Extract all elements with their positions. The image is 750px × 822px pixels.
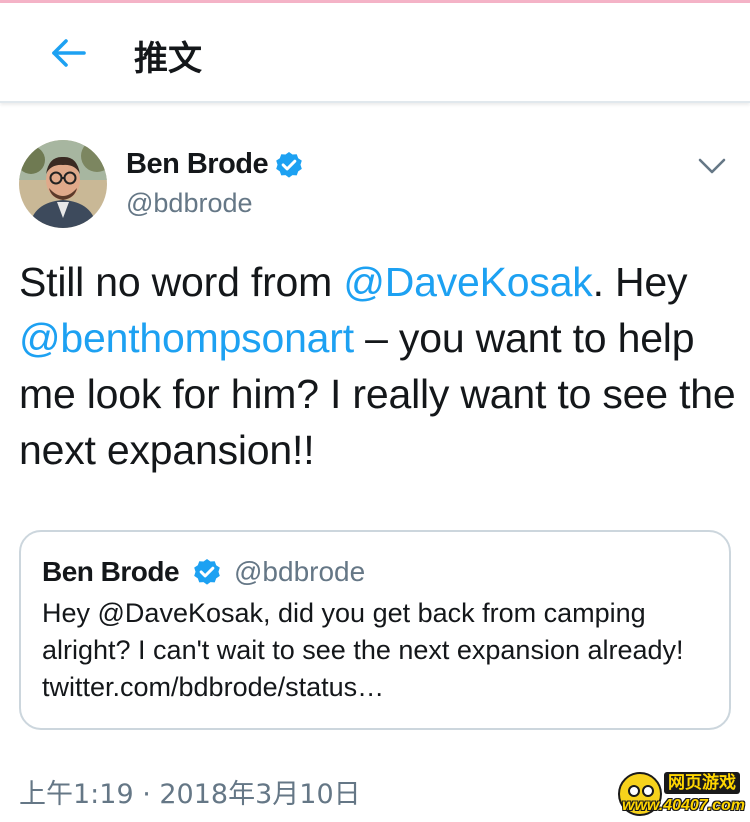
tweet-text: Still no word from @DaveKosak. Hey @bent…	[19, 254, 741, 478]
avatar[interactable]	[19, 140, 107, 228]
page-title: 推文	[134, 39, 202, 79]
mention-link[interactable]: @DaveKosak	[343, 259, 592, 305]
watermark-url: www.40407.com	[622, 797, 746, 814]
author-handle[interactable]: @bdbrode	[126, 188, 253, 219]
back-button[interactable]	[40, 29, 96, 77]
verified-badge-icon	[194, 559, 220, 585]
tweet-timestamp: 上午1:19 · 2018年3月10日	[19, 779, 361, 810]
quoted-tweet-card[interactable]: Ben Brode @bdbrode Hey @DaveKosak, did y…	[19, 530, 731, 730]
watermark-title: 网页游戏	[664, 772, 740, 794]
author-name[interactable]: Ben Brode	[126, 148, 269, 181]
arrow-left-icon	[52, 39, 86, 67]
site-watermark-logo: 网页游戏 www.40407.com	[614, 770, 746, 818]
tweet-menu-button[interactable]	[694, 148, 730, 184]
tweet-text-segment: . Hey	[592, 259, 688, 305]
verified-badge-icon	[276, 152, 302, 178]
quoted-author-handle: @bdbrode	[234, 556, 366, 587]
mention-link[interactable]: @benthompsonart	[19, 315, 354, 361]
quoted-tweet-text: Hey @DaveKosak, did you get back from ca…	[42, 598, 684, 702]
chevron-down-icon	[698, 158, 726, 174]
tweet-text-segment: Still no word from	[19, 259, 344, 305]
avatar-photo	[19, 140, 107, 228]
app-header: 推文	[0, 3, 750, 103]
quoted-author-name: Ben Brode	[42, 556, 180, 587]
